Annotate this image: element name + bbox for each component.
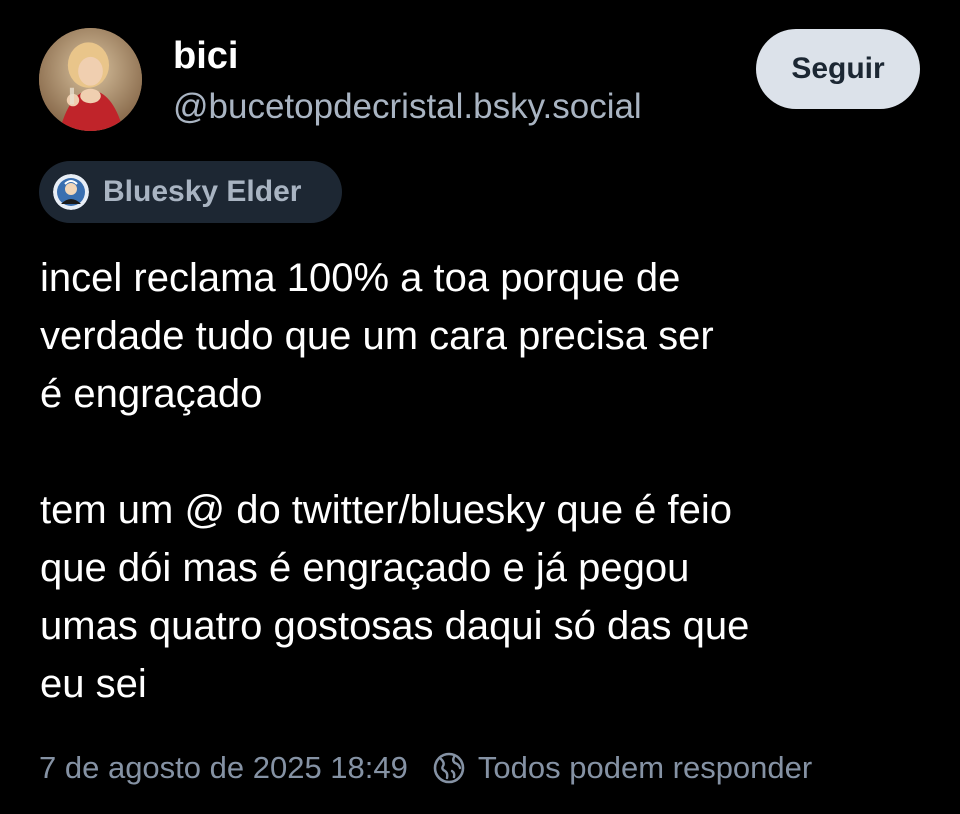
badge-label: Bluesky Elder bbox=[103, 175, 302, 208]
reply-setting-label: Todos podem responder bbox=[477, 750, 813, 785]
earth-icon bbox=[432, 751, 466, 785]
post-line: que dói mas é engraçado e já pegou bbox=[40, 546, 690, 590]
post-paragraph: incel reclama 100% a toa porque de verda… bbox=[40, 249, 930, 423]
post-line: tem um @ do twitter/bluesky que é feio bbox=[40, 488, 733, 532]
follow-button[interactable]: Seguir bbox=[756, 29, 920, 109]
post-timestamp[interactable]: 7 de agosto de 2025 18:49 bbox=[39, 750, 408, 786]
post-line: eu sei bbox=[40, 662, 147, 706]
author-display-name[interactable]: bici bbox=[173, 34, 238, 78]
post-line: verdade tudo que um cara precisa ser bbox=[40, 314, 714, 358]
bluesky-elder-badge[interactable]: Bluesky Elder bbox=[39, 161, 342, 223]
post-line: incel reclama 100% a toa porque de bbox=[40, 256, 681, 300]
post-footer: 7 de agosto de 2025 18:49 Todos podem re… bbox=[39, 747, 812, 789]
bluesky-elder-badge-icon bbox=[53, 174, 89, 210]
post-line: é engraçado bbox=[40, 372, 263, 416]
avatar[interactable] bbox=[39, 28, 142, 131]
post-text: incel reclama 100% a toa porque de verda… bbox=[40, 249, 930, 713]
post-line: umas quatro gostosas daqui só das que bbox=[40, 604, 750, 648]
post-paragraph: tem um @ do twitter/bluesky que é feio q… bbox=[40, 481, 930, 713]
author-handle[interactable]: @bucetopdecristal.bsky.social bbox=[173, 86, 642, 128]
avatar-image bbox=[39, 28, 142, 131]
